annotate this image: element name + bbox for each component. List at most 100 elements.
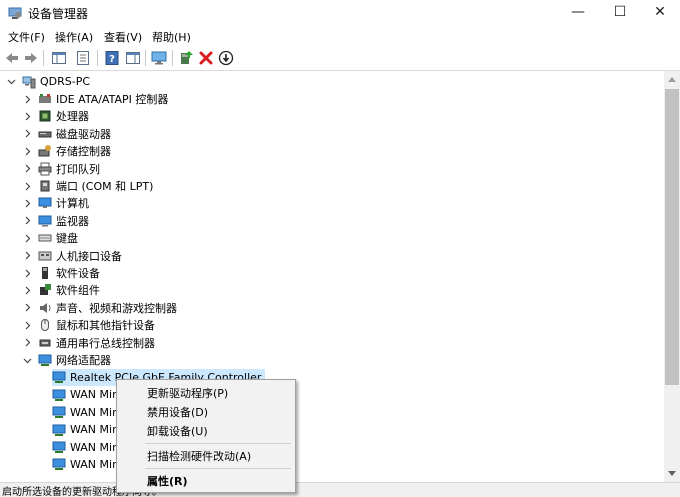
network-adapter-label: WAN Mir — [70, 440, 117, 454]
status-bar: 启动所选设备的更新驱动程序向导。 — [0, 482, 680, 497]
chevron-right-icon[interactable] — [22, 233, 32, 243]
close-icon: ✕ — [654, 4, 666, 20]
tree-category[interactable]: 人机接口设备 — [22, 247, 122, 264]
printer-icon — [38, 162, 52, 176]
tree-category[interactable]: 端口 (COM 和 LPT) — [22, 178, 153, 195]
menu-scan-hardware[interactable]: 扫描检测硬件改动(A) — [147, 448, 251, 464]
menu-help[interactable]: 帮助(H) — [152, 29, 191, 45]
tree-category[interactable]: 软件组件 — [22, 282, 100, 299]
network-adapter-label: WAN Mir — [70, 405, 117, 419]
processor-icon — [38, 109, 52, 123]
tree-category[interactable]: 网络适配器 — [22, 352, 111, 369]
chevron-right-icon[interactable] — [22, 198, 32, 208]
tree-category-label: 打印队列 — [56, 162, 100, 176]
disable-icon — [218, 50, 234, 66]
chevron-right-icon[interactable] — [22, 111, 32, 121]
tree-category-label: 鼠标和其他指针设备 — [56, 319, 155, 333]
disk-drive-icon — [38, 127, 52, 141]
network-adapter-icon — [52, 405, 66, 419]
software-component-icon — [38, 283, 52, 297]
tree-category[interactable]: 存储控制器 — [22, 143, 111, 160]
tree-category[interactable]: IDE ATA/ATAPI 控制器 — [22, 91, 168, 108]
menu-separator — [145, 443, 291, 444]
network-adapter-item[interactable]: WAN Mir — [52, 421, 121, 438]
tree-category-label: 软件组件 — [56, 284, 100, 298]
menu-file[interactable]: 文件(F) — [8, 29, 45, 45]
network-adapter-item[interactable]: WAN Mir — [52, 386, 121, 403]
chevron-right-icon[interactable] — [22, 268, 32, 278]
tree-category[interactable]: 软件设备 — [22, 265, 100, 282]
network-adapter-icon — [52, 457, 66, 471]
chevron-right-icon[interactable] — [22, 146, 32, 156]
menu-view[interactable]: 查看(V) — [104, 29, 142, 45]
tree-category[interactable]: 打印队列 — [22, 160, 100, 177]
network-adapter-item[interactable]: WAN Mir — [52, 439, 121, 456]
menu-properties[interactable]: 属性(R) — [147, 473, 188, 489]
network-adapter-item[interactable]: WAN Mir — [52, 456, 121, 473]
back-button[interactable] — [3, 49, 21, 67]
menu-update-driver[interactable]: 更新驱动程序(P) — [147, 385, 228, 401]
tree-category[interactable]: 键盘 — [22, 230, 78, 247]
scan-hardware-button[interactable] — [150, 49, 168, 67]
chevron-right-icon[interactable] — [22, 164, 32, 174]
show-action-pane-button[interactable] — [124, 49, 142, 67]
tree-category-label: IDE ATA/ATAPI 控制器 — [56, 93, 169, 106]
tree-category[interactable]: 通用串行总线控制器 — [22, 334, 155, 351]
tree-category-label: 软件设备 — [56, 267, 100, 280]
port-icon — [38, 179, 52, 193]
chevron-right-icon[interactable] — [22, 216, 32, 226]
chevron-right-icon[interactable] — [22, 94, 32, 104]
chevron-right-icon[interactable] — [22, 303, 32, 313]
tree-category[interactable]: 声音、视频和游戏控制器 — [22, 299, 177, 316]
chevron-right-icon[interactable] — [22, 285, 32, 295]
chevron-right-icon[interactable] — [22, 320, 32, 330]
disable-device-button[interactable] — [217, 49, 235, 67]
network-adapter-icon — [52, 440, 66, 454]
tree-category-label: 计算机 — [56, 197, 89, 211]
svg-text:?: ? — [109, 54, 115, 65]
show-action-pane-icon — [126, 52, 140, 64]
network-adapter-label: WAN Mir — [70, 423, 117, 437]
window-title: 设备管理器 — [28, 7, 89, 21]
maximize-button[interactable]: ☐ — [602, 0, 638, 24]
minimize-button[interactable]: — — [560, 0, 596, 24]
menu-bar: 文件(F) 操作(A) 查看(V) 帮助(H) — [0, 26, 680, 46]
forward-button[interactable] — [22, 49, 40, 67]
device-manager-icon — [8, 6, 22, 20]
chevron-down-icon[interactable] — [6, 77, 16, 87]
tree-category[interactable]: 磁盘驱动器 — [22, 125, 111, 142]
close-button[interactable]: ✕ — [642, 0, 678, 24]
toolbar-separator — [172, 50, 173, 66]
chevron-down-icon[interactable] — [22, 355, 32, 365]
menu-action[interactable]: 操作(A) — [55, 29, 93, 45]
tree-category[interactable]: 鼠标和其他指针设备 — [22, 317, 155, 334]
chevron-right-icon[interactable] — [22, 251, 32, 261]
properties-button[interactable] — [74, 49, 92, 67]
tree-category[interactable]: 监视器 — [22, 212, 89, 229]
help-button[interactable]: ? — [103, 49, 121, 67]
tree-category-label: 键盘 — [56, 232, 78, 246]
chevron-right-icon[interactable] — [22, 181, 32, 191]
chevron-right-icon[interactable] — [22, 129, 32, 139]
network-adapter-item[interactable]: WAN Mir — [52, 404, 121, 421]
tree-root[interactable]: QDRS-PC — [6, 73, 90, 90]
title-bar: 设备管理器 — ☐ ✕ — [0, 0, 680, 26]
back-icon — [6, 53, 18, 63]
tree-category[interactable]: 处理器 — [22, 108, 89, 125]
toolbar-separator — [145, 50, 146, 66]
update-driver-button[interactable] — [177, 49, 195, 67]
scroll-down-icon — [668, 471, 676, 476]
scrollbar-thumb[interactable] — [665, 89, 679, 385]
software-device-icon — [38, 266, 52, 280]
chevron-right-icon[interactable] — [22, 338, 32, 348]
uninstall-device-button[interactable] — [197, 49, 215, 67]
menu-uninstall-device[interactable]: 卸载设备(U) — [147, 423, 208, 439]
tree-category[interactable]: 计算机 — [22, 195, 89, 212]
toolbar-separator — [97, 50, 98, 66]
show-hide-console-tree-button[interactable] — [50, 49, 68, 67]
tree-category-label: 端口 (COM 和 LPT) — [56, 180, 154, 193]
menu-disable-device[interactable]: 禁用设备(D) — [147, 404, 208, 420]
tree-category-label: 磁盘驱动器 — [56, 127, 111, 141]
monitor-icon — [151, 51, 167, 65]
tree-category-label: 存储控制器 — [56, 145, 111, 159]
